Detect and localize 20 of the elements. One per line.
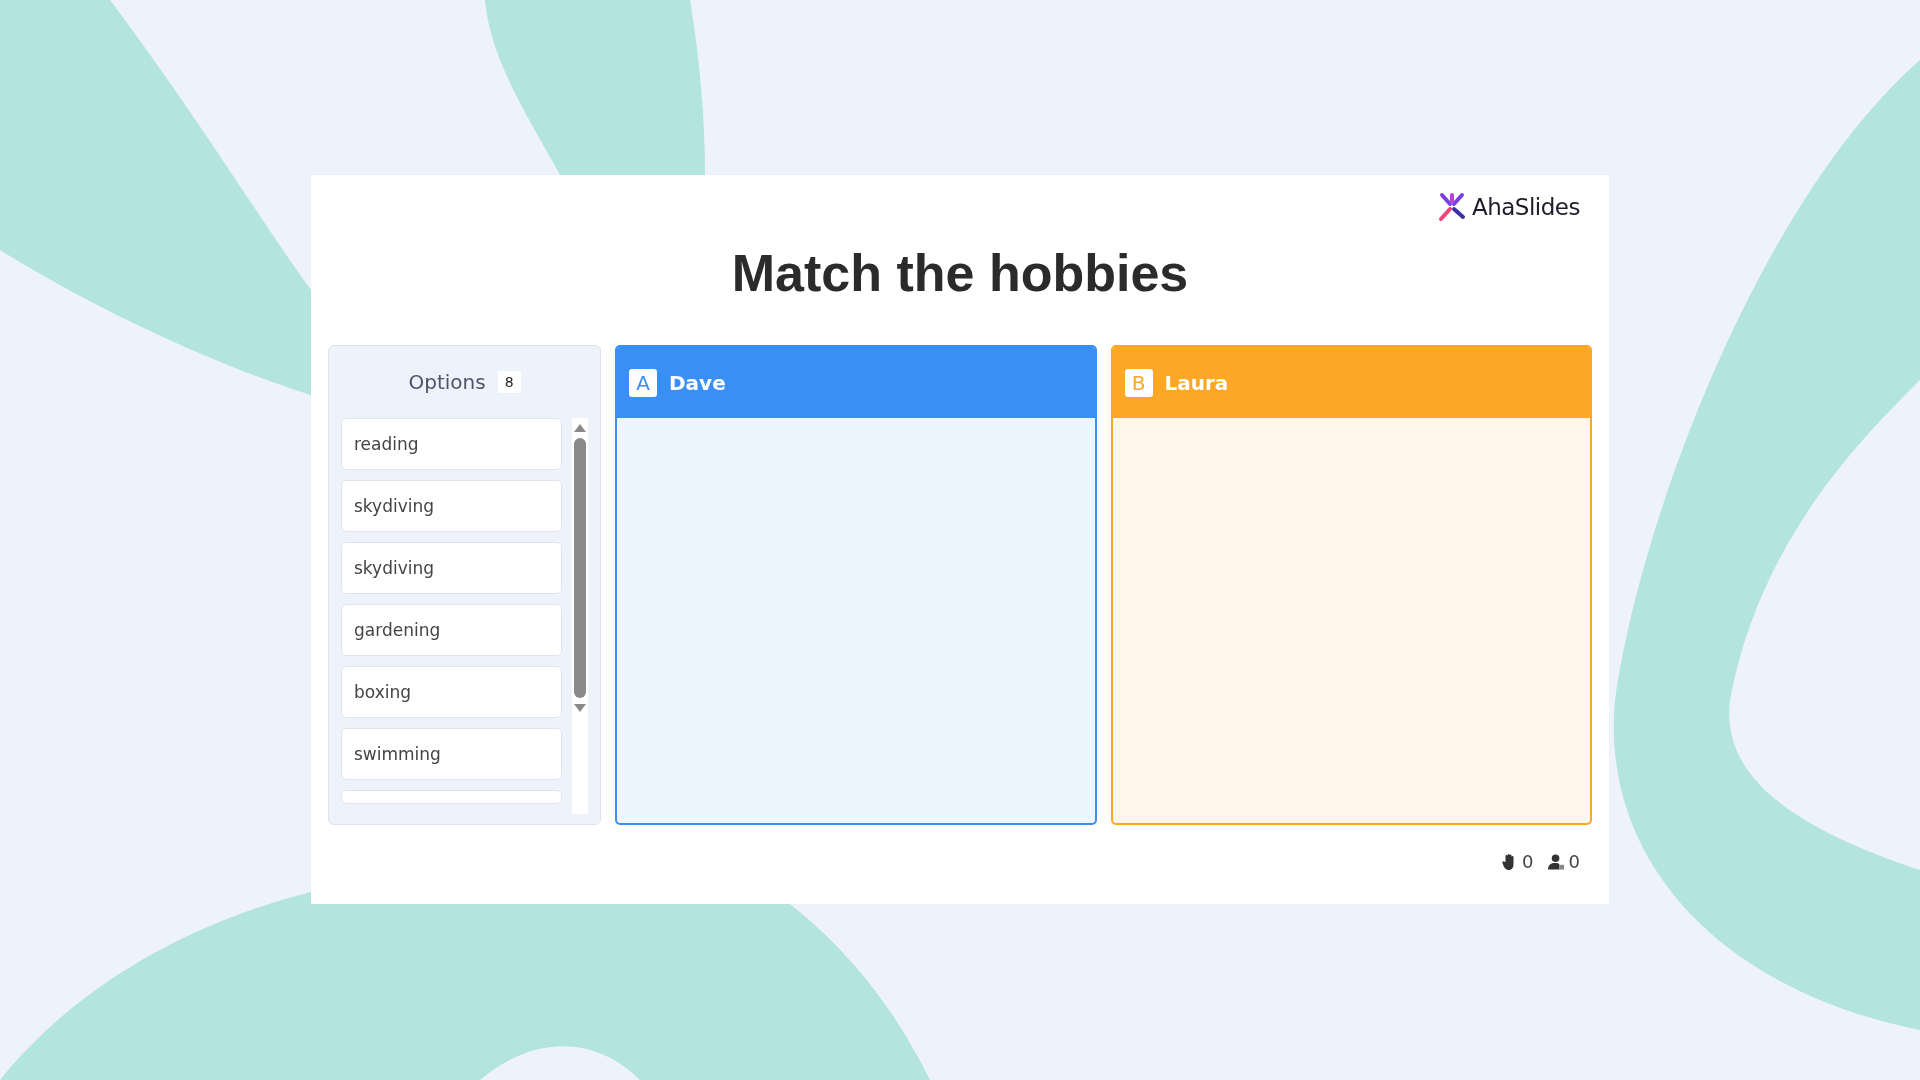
category-letter: A: [629, 368, 657, 397]
brand-name: AhaSlides: [1471, 194, 1580, 220]
option-card[interactable]: reading: [341, 418, 563, 470]
scroll-up-icon[interactable]: [574, 424, 587, 432]
option-card[interactable]: gardening: [341, 604, 563, 656]
option-card[interactable]: skydiving: [341, 542, 563, 594]
category-name: Laura: [1164, 370, 1229, 395]
option-card[interactable]: swimming: [341, 728, 563, 780]
options-count: 8: [497, 371, 521, 393]
participant-count: 0: [1568, 851, 1580, 872]
person-icon: [1547, 852, 1565, 871]
options-label: Options: [408, 370, 486, 394]
reaction-count: 0: [1522, 851, 1534, 872]
scroll-down-icon[interactable]: [574, 704, 587, 712]
slide-title: Match the hobbies: [730, 243, 1190, 304]
option-card[interactable]: boxing: [341, 666, 563, 718]
category-letter: B: [1124, 368, 1153, 397]
scrollbar[interactable]: [572, 418, 588, 814]
category-name: Dave: [669, 370, 726, 395]
option-card[interactable]: skydiving: [341, 480, 563, 532]
